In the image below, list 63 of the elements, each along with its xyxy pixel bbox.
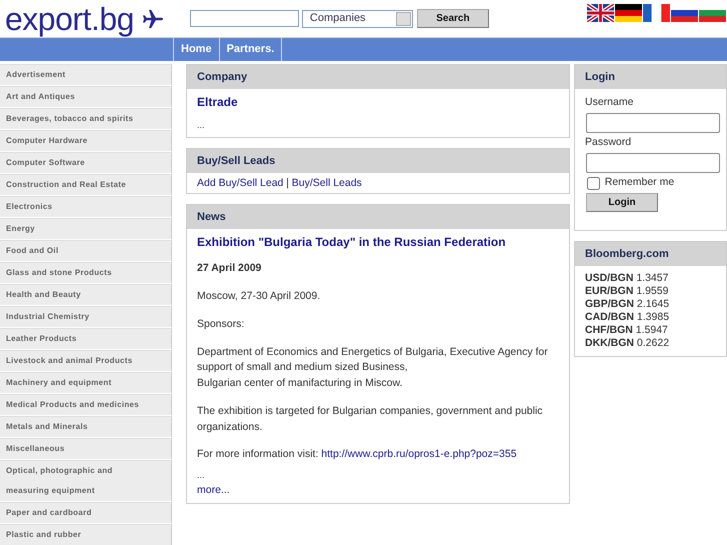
category-link[interactable]: Plastic and rubber (0, 524, 172, 545)
category-link[interactable]: Optical, photographic and measuring equipment (0, 460, 172, 502)
category-link[interactable]: Miscellaneous (0, 438, 172, 460)
news-paragraph: Department of Economics and Energetics of Bulgaria, Executive Agency for support of small and medium sized Business, Bulgarian center of manifacturing in Miscow. (197, 344, 549, 391)
category-link[interactable]: Glass and stone Products (0, 262, 172, 284)
nav-link[interactable]: Home (173, 38, 220, 61)
category-link[interactable]: Construction and Real Estate (0, 174, 172, 196)
category-link[interactable]: Leather Products (0, 328, 172, 350)
news-paragraph: Sponsors: (197, 316, 246, 332)
rate-text: DKK/BGN 0.2622 (585, 337, 670, 350)
excerpt-text: ... (197, 119, 206, 132)
german-flag-icon[interactable] (615, 4, 642, 22)
nav-link[interactable]: Partners. (220, 38, 282, 61)
password-field[interactable] (586, 152, 720, 172)
login-button[interactable]: Login (586, 193, 658, 212)
category-link[interactable]: Advertisement (0, 64, 172, 86)
category-link[interactable]: Medical Products and medicines (0, 394, 172, 416)
category-link[interactable]: Metals and Minerals (0, 416, 172, 438)
news-paragraph: The exhibition is targeted for Bulgarian companies, government and public organizations. (197, 404, 544, 434)
panel-title: Login (575, 65, 726, 89)
category-link[interactable]: Energy (0, 218, 172, 240)
category-link[interactable]: Food and Oil (0, 240, 172, 262)
french-flag-icon[interactable] (643, 4, 670, 22)
rate-text: CAD/BGN 1.3985 (585, 311, 670, 324)
category-link[interactable]: Beverages, tobacco and spirits (0, 108, 172, 130)
ellipsis-text: ... (197, 468, 206, 482)
search-button[interactable]: Search (416, 9, 489, 28)
news-headline[interactable]: Exhibition "Bulgaria Today" in the Russian Federation (197, 233, 559, 252)
leads-link[interactable]: Buy/Sell Leads (292, 176, 362, 188)
category-link[interactable]: Art and Antiques (0, 86, 172, 108)
username-field[interactable] (586, 112, 720, 133)
category-link[interactable]: Livestock and animal Products (0, 350, 172, 372)
rate-text: GBP/BGN 2.1645 (585, 298, 670, 311)
username-label: Username (585, 95, 634, 110)
separator-text: | (286, 176, 290, 188)
category-link[interactable]: Computer Hardware (0, 130, 172, 152)
panel-title: Bloomberg.com (575, 242, 726, 266)
password-label: Password (585, 134, 632, 150)
panel-title: Company (187, 65, 569, 89)
category-dropdown[interactable]: Companies (302, 10, 413, 28)
category-link[interactable]: Machinery and equipment (0, 372, 172, 394)
panel-title: News (187, 205, 569, 230)
company-link[interactable]: Eltrade (197, 93, 559, 111)
rate-text: EUR/BGN 1.9559 (585, 285, 670, 298)
category-link[interactable]: Health and Beauty (0, 284, 172, 306)
remember-checkbox[interactable] (587, 176, 600, 190)
uk-flag-icon[interactable] (587, 4, 614, 22)
leads-link[interactable]: Add Buy/Sell Lead (197, 176, 284, 188)
panel-title: Buy/Sell Leads (187, 148, 569, 172)
remember-label: Remember me (604, 175, 674, 190)
news-date: 27 April 2009 (197, 261, 262, 276)
rate-text: CHF/BGN 1.5947 (585, 324, 669, 337)
news-paragraph: Moscow, 27-30 April 2009. (197, 289, 322, 304)
category-link[interactable]: Industrial Chemistry (0, 306, 172, 328)
logo[interactable]: export.bg (5, 2, 134, 34)
info-link[interactable]: http://www.cprb.ru/opros1-e.php?poz=355 (321, 448, 517, 460)
search-field[interactable] (190, 10, 299, 27)
category-link[interactable]: Electronics (0, 196, 172, 218)
info-label: For more information visit: (197, 448, 320, 460)
category-link[interactable]: Paper and cardboard (0, 502, 172, 524)
more-link[interactable]: more... (197, 484, 230, 496)
category-link[interactable]: Computer Software (0, 152, 172, 174)
rate-text: USD/BGN 1.3457 (585, 272, 670, 285)
